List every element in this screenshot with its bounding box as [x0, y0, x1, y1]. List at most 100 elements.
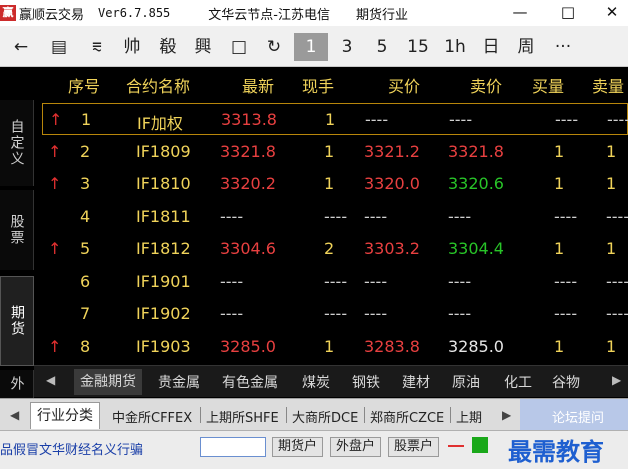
exchange-tab-ine[interactable]: 上期 [456, 407, 482, 426]
cell-volume: 1 [324, 174, 335, 193]
period-15-button[interactable]: 15 [403, 33, 433, 61]
cell-ask-volume: 1 [606, 239, 617, 258]
cell-ask-price: 3304.4 [448, 239, 504, 258]
server-node[interactable]: 文华云节点-江苏电信 [208, 4, 330, 23]
tool-7-icon[interactable]: □ [224, 33, 254, 61]
exchange-tab-cffex[interactable]: 中金所CFFEX [112, 407, 192, 426]
period-1-button[interactable]: 1 [294, 33, 328, 61]
table-row[interactable]: 4 IF1811 ---- ---- ---- ---- ---- ---- [34, 201, 628, 233]
left-tab-custom[interactable]: 自定义 [0, 100, 34, 186]
category-building-materials[interactable]: 建材 [402, 372, 430, 392]
cell-last-price: 3320.2 [220, 174, 276, 193]
period-week-button[interactable]: 周 [511, 33, 541, 61]
col-header-volume[interactable]: 现手 [302, 73, 334, 97]
table-row[interactable]: 6 IF1901 ---- ---- ---- ---- ---- ---- [34, 266, 628, 298]
futures-account-button[interactable]: 期货户 [272, 437, 324, 457]
period-3-button[interactable]: 3 [333, 33, 361, 61]
cell-contract-name: IF1902 [136, 304, 191, 323]
report-icon[interactable]: ▤ [44, 33, 74, 61]
back-icon[interactable]: ← [6, 33, 36, 61]
col-header-ask-volume[interactable]: 卖量 [592, 73, 624, 97]
forum-banner[interactable]: 论坛提问 [520, 399, 628, 430]
exchange-right-arrow-icon[interactable]: ▶ [502, 408, 511, 422]
line-chart-icon[interactable]: ⩳ [82, 33, 112, 61]
notice-ticker[interactable]: 品假冒文华财经名义行骗 [0, 439, 143, 458]
col-header-bid-volume[interactable]: 买量 [532, 73, 564, 97]
col-header-ask[interactable]: 卖价 [470, 73, 502, 97]
category-precious-metals[interactable]: 贵金属 [158, 372, 200, 392]
cell-contract-name: IF1901 [136, 271, 191, 291]
left-tab-foreign[interactable]: 外 [0, 370, 34, 398]
minimize-button[interactable]: — [498, 0, 542, 26]
category-bar: ◀ 金融期货 贵金属 有色金属 煤炭 钢铁 建材 原油 化工 谷物 ▶ [34, 365, 628, 397]
cell-ask-price: ---- [448, 304, 472, 323]
table-row[interactable]: ↑ 8 IF1903 3285.0 1 3283.8 3285.0 1 1 [34, 331, 628, 363]
cell-last-price: ---- [220, 206, 244, 226]
exchange-tab-czce[interactable]: 郑商所CZCE [370, 407, 444, 426]
cell-bid-volume: ---- [554, 206, 578, 226]
up-arrow-icon: ↑ [48, 239, 62, 258]
cell-contract-name: IF1811 [136, 206, 191, 226]
category-nonferrous-metals[interactable]: 有色金属 [222, 372, 278, 392]
quick-search-input[interactable] [200, 437, 266, 457]
exchange-separator [364, 407, 365, 423]
table-row[interactable]: ↑ 5 IF1812 3304.6 2 3303.2 3304.4 1 1 [34, 233, 628, 265]
col-header-no[interactable]: 序号 [68, 73, 100, 97]
cell-volume: ---- [324, 206, 348, 226]
industry-label[interactable]: 期货行业 [356, 4, 408, 23]
period-1h-button[interactable]: 1h [440, 33, 470, 61]
exchange-bar: ◀ 行业分类 中金所CFFEX 上期所SHFE 大商所DCE 郑商所CZCE 上… [0, 398, 628, 430]
cell-bid-price: 3321.2 [364, 141, 420, 161]
cell-volume: ---- [324, 271, 348, 291]
cell-ask-volume: ---- [606, 206, 628, 226]
app-name: 赢顺云交易 [19, 7, 85, 23]
forum-ask-link[interactable]: 论坛提问 [552, 407, 604, 426]
table-row[interactable]: ↑ 3 IF1810 3320.2 1 3320.0 3320.6 1 1 [34, 168, 628, 200]
left-tab-stock[interactable]: 股票 [0, 190, 34, 270]
cell-volume: 2 [324, 239, 335, 258]
left-tab-spacer [0, 67, 34, 100]
category-steel[interactable]: 钢铁 [352, 372, 380, 392]
left-tab-futures[interactable]: 期货 [0, 276, 34, 366]
tool-6-icon[interactable]: 興 [188, 33, 218, 61]
category-coal[interactable]: 煤炭 [302, 372, 330, 392]
cell-ask-price: ---- [448, 271, 472, 291]
category-left-arrow-icon[interactable]: ◀ [46, 373, 55, 387]
tool-4-icon[interactable]: 帅 [117, 33, 147, 61]
stock-account-button[interactable]: 股票户 [388, 437, 440, 457]
exchange-tab-dce[interactable]: 大商所DCE [292, 407, 358, 426]
category-crude-oil[interactable]: 原油 [452, 372, 480, 392]
exchange-tab-industry[interactable]: 行业分类 [30, 402, 100, 429]
cell-bid-volume: 1 [554, 336, 565, 356]
exchange-left-arrow-icon[interactable]: ◀ [10, 408, 19, 422]
title-bar: 赢 赢顺云交易 Ver6.7.855 文华云节点-江苏电信 期货行业 — □ ✕ [0, 0, 628, 26]
close-button[interactable]: ✕ [590, 0, 628, 26]
col-header-last[interactable]: 最新 [242, 73, 274, 97]
exchange-separator [450, 407, 451, 423]
refresh-icon[interactable]: ↻ [259, 33, 289, 61]
quote-grid: 序号 合约名称 最新 现手 买价 卖价 买量 卖量 ↑ 1 IF加权 3313.8 1 -… [34, 67, 628, 365]
app-logo-icon: 赢 [0, 5, 16, 21]
table-row[interactable]: 7 IF1902 ---- ---- ---- ---- ---- ---- [34, 298, 628, 330]
category-financial-futures[interactable]: 金融期货 [74, 369, 142, 395]
table-row[interactable]: ↑ 2 IF1809 3321.8 1 3321.2 3321.8 1 1 [34, 136, 628, 168]
period-day-button[interactable]: 日 [476, 33, 506, 61]
more-icon[interactable]: ··· [548, 33, 578, 61]
cell-no: 8 [80, 336, 91, 356]
exchange-tab-shfe[interactable]: 上期所SHFE [206, 407, 279, 426]
cell-no: 2 [80, 141, 91, 161]
period-5-button[interactable]: 5 [368, 33, 396, 61]
category-chemicals[interactable]: 化工 [504, 372, 532, 392]
cell-no: 5 [80, 239, 91, 258]
col-header-bid[interactable]: 买价 [388, 73, 420, 97]
cell-ask-volume: ---- [606, 271, 628, 291]
col-header-name[interactable]: 合约名称 [126, 73, 190, 97]
connection-line-icon [448, 445, 464, 447]
maximize-button[interactable]: □ [546, 0, 590, 26]
table-row[interactable]: ↑ 1 IF加权 3313.8 1 ---- ---- ---- ---- [42, 103, 628, 135]
exchange-separator [200, 407, 201, 423]
category-right-arrow-icon[interactable]: ▶ [612, 373, 621, 387]
category-grains[interactable]: 谷物 [552, 372, 580, 392]
overseas-account-button[interactable]: 外盘户 [330, 437, 382, 457]
tool-5-icon[interactable]: 殽 [153, 33, 183, 61]
